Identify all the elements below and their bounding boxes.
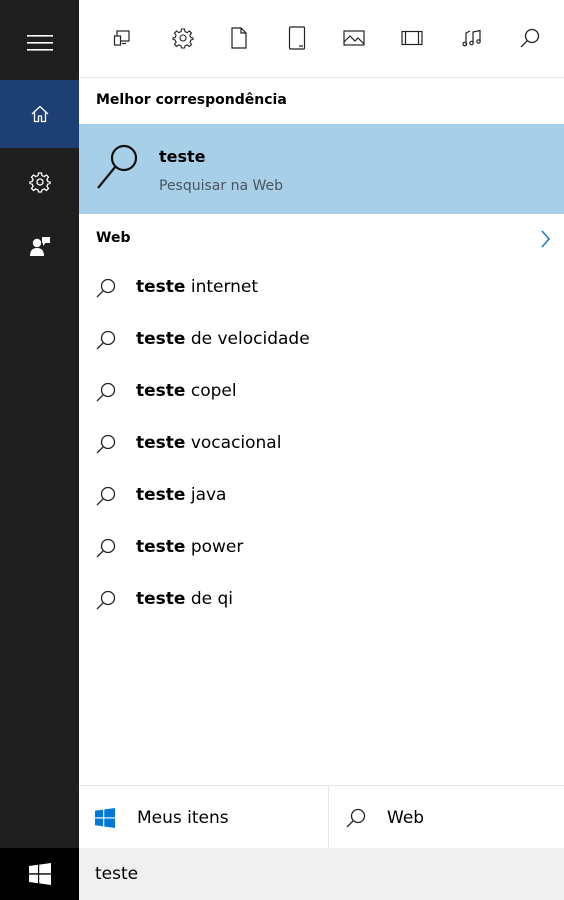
search-icon — [96, 330, 116, 350]
filter-music-button[interactable] — [459, 25, 485, 51]
web-suggestion-item[interactable]: teste copel — [79, 372, 564, 412]
web-suggestion-text: teste internet — [136, 277, 259, 297]
filter-settings-button[interactable] — [170, 25, 196, 51]
search-icon — [96, 382, 116, 402]
chevron-right-icon[interactable] — [537, 228, 553, 250]
search-icon — [520, 28, 540, 48]
filter-search-button[interactable] — [517, 25, 543, 51]
web-section-header: Web — [96, 230, 131, 246]
search-box — [79, 848, 564, 900]
search-icon — [96, 538, 116, 558]
filter-apps-button[interactable] — [109, 25, 135, 51]
best-match-header: Melhor correspondência — [96, 92, 287, 108]
settings-icon — [28, 172, 51, 193]
cortana-search-panel: Melhor correspondência teste Pesquisar n… — [0, 0, 564, 900]
web-suggestion-item[interactable]: teste java — [79, 476, 564, 516]
hamburger-menu-button[interactable] — [0, 9, 79, 77]
web-suggestion-text: teste java — [136, 485, 227, 505]
best-match-subtitle: Pesquisar na Web — [159, 178, 284, 194]
left-rail — [0, 0, 79, 900]
home-icon — [31, 105, 48, 123]
photos-icon — [343, 30, 365, 46]
web-suggestion-item[interactable]: teste power — [79, 528, 564, 568]
web-suggestion-text: teste de velocidade — [136, 329, 310, 349]
search-icon — [346, 808, 366, 828]
settings-button[interactable] — [0, 148, 79, 216]
search-icon — [96, 434, 116, 454]
feedback-icon — [29, 237, 50, 256]
home-button[interactable] — [0, 80, 79, 148]
search-input[interactable] — [95, 862, 535, 886]
videos-icon — [401, 30, 423, 46]
hamburger-menu-icon — [26, 35, 53, 51]
filter-toolbar — [79, 0, 564, 78]
my-items-label: Meus itens — [137, 808, 229, 828]
web-suggestion-item[interactable]: teste internet — [79, 268, 564, 308]
web-suggestion-text: teste copel — [136, 381, 237, 401]
web-suggestion-item[interactable]: teste vocacional — [79, 424, 564, 464]
windows-logo-icon — [95, 808, 115, 828]
search-scope-bar: Meus itens Web — [79, 785, 564, 849]
start-button[interactable] — [0, 848, 79, 900]
web-suggestion-item[interactable]: teste de velocidade — [79, 320, 564, 360]
windows-logo-icon — [28, 863, 51, 885]
search-icon — [96, 590, 116, 610]
best-match-result[interactable]: teste Pesquisar na Web — [79, 124, 564, 214]
web-scope-button[interactable]: Web — [329, 786, 564, 849]
settings-icon — [172, 28, 194, 49]
apps-icon — [113, 30, 130, 46]
web-suggestion-text: teste vocacional — [136, 433, 282, 453]
documents-icon — [231, 27, 247, 49]
tablet-icon — [288, 26, 306, 50]
search-icon — [96, 486, 116, 506]
web-suggestion-text: teste power — [136, 537, 244, 557]
my-items-scope-button[interactable]: Meus itens — [79, 786, 329, 849]
music-icon — [462, 29, 481, 47]
filter-documents-button[interactable] — [226, 25, 252, 51]
search-icon — [97, 144, 138, 189]
best-match-title: teste — [159, 147, 206, 166]
search-icon — [96, 278, 116, 298]
web-suggestion-item[interactable]: teste de qi — [79, 580, 564, 620]
filter-tablet-button[interactable] — [284, 25, 310, 51]
web-suggestion-text: teste de qi — [136, 589, 234, 609]
filter-videos-button[interactable] — [399, 25, 425, 51]
feedback-button[interactable] — [0, 212, 79, 280]
filter-photos-button[interactable] — [341, 25, 367, 51]
web-scope-label: Web — [387, 808, 425, 828]
